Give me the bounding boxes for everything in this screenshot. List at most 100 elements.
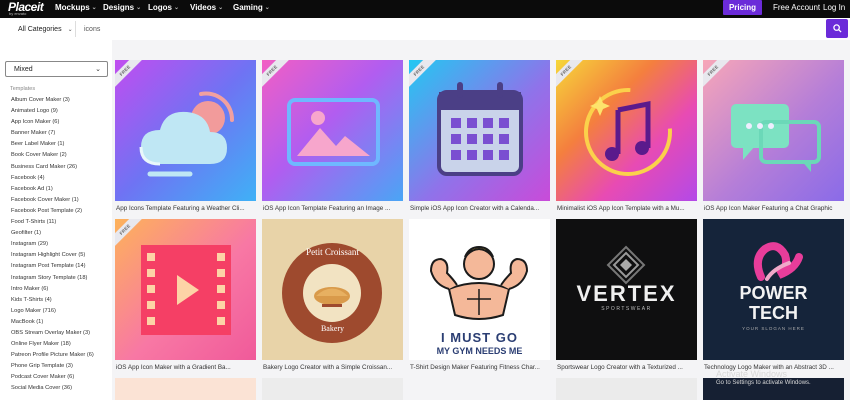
result-card[interactable] xyxy=(115,378,256,400)
music-note-icon xyxy=(584,88,672,176)
card-caption[interactable]: Minimalist iOS App Icon Template with a … xyxy=(557,205,697,212)
brand-name: VERTEX xyxy=(576,281,677,306)
watermark-subtitle: Go to Settings to activate Windows. xyxy=(716,380,811,386)
free-account-link[interactable]: Free Account xyxy=(773,3,820,12)
croissant-logo xyxy=(282,243,382,343)
card-thumbnail[interactable]: POWER TECH YOUR SLOGAN HERE xyxy=(703,219,844,360)
card-thumbnail[interactable] xyxy=(262,378,403,400)
card-caption[interactable]: Simple iOS App Icon Creator with a Calen… xyxy=(410,205,550,212)
chevron-down-icon: ⌄ xyxy=(67,26,73,33)
category-select-value: All Categories xyxy=(18,25,62,33)
template-filter-item[interactable]: Instagram Post Template (14) xyxy=(11,261,111,272)
template-filter-item[interactable]: Phone Grip Template (3) xyxy=(11,361,111,372)
card-thumbnail[interactable]: FREE xyxy=(115,219,256,360)
template-filter-item[interactable]: Instagram Highlight Cover (5) xyxy=(11,250,111,261)
search-button[interactable] xyxy=(826,19,848,38)
template-filter-item[interactable]: Facebook Cover Maker (1) xyxy=(11,195,111,206)
logo-slogan: YOUR SLOGAN HERE xyxy=(742,326,805,331)
card-caption[interactable]: T-Shirt Design Maker Featuring Fitness C… xyxy=(410,364,550,371)
template-filter-item[interactable]: Intro Maker (6) xyxy=(11,284,111,295)
top-navigation: Placeit by envato Mockups ⌄ Designs ⌄ Logo… xyxy=(0,0,850,18)
calendar-icon xyxy=(437,82,523,176)
template-filter-item[interactable]: Logo Maker (716) xyxy=(11,306,111,317)
template-filter-item[interactable]: Instagram (29) xyxy=(11,239,111,250)
tshirt-line-2: MY GYM NEEDS ME xyxy=(436,346,523,356)
template-filter-item[interactable]: MacBook (1) xyxy=(11,317,111,328)
template-filter-item[interactable]: Beer Label Maker (1) xyxy=(11,139,111,150)
placeit-logo[interactable]: Placeit by envato xyxy=(8,1,44,16)
nav-label: Gaming xyxy=(233,3,263,12)
results-grid: FREE App Icons Template Featuring a Weat… xyxy=(112,40,850,400)
card-thumbnail[interactable]: FREE xyxy=(262,60,403,201)
image-gallery-icon xyxy=(287,98,380,166)
nav-label: Designs xyxy=(103,3,135,12)
nav-designs[interactable]: Designs ⌄ xyxy=(103,3,141,12)
result-card[interactable] xyxy=(262,378,403,400)
pricing-button[interactable]: Pricing xyxy=(723,0,762,15)
sort-select[interactable]: Mixed ⌄ xyxy=(5,61,108,77)
windows-activation-watermark: Activate Windows Go to Settings to activ… xyxy=(716,369,811,386)
logo-subtext: by envato xyxy=(9,11,27,16)
template-filter-item[interactable]: Facebook Ad (1) xyxy=(11,184,111,195)
card-thumbnail[interactable]: FREE xyxy=(409,60,550,201)
template-filter-item[interactable]: Facebook (4) xyxy=(11,173,111,184)
nav-mockups[interactable]: Mockups ⌄ xyxy=(55,3,97,12)
chevron-down-icon: ⌄ xyxy=(91,5,97,11)
template-filter-item[interactable]: Social Media Cover (36) xyxy=(11,383,111,394)
template-filter-item[interactable]: Facebook Post Template (2) xyxy=(11,206,111,217)
template-filter-item[interactable]: Instagram Story Template (18) xyxy=(11,273,111,284)
logo-line-2: TECH xyxy=(749,303,798,323)
card-caption[interactable]: iOS App Icon Template Featuring an Image… xyxy=(263,205,403,212)
login-link[interactable]: Log In xyxy=(823,3,845,12)
search-input[interactable]: icons xyxy=(78,21,824,37)
chat-bubble-icon xyxy=(731,104,821,172)
card-thumbnail[interactable]: VERTEX SPORTSWEAR xyxy=(556,219,697,360)
template-filter-item[interactable]: App Icon Maker (6) xyxy=(11,117,111,128)
templates-heading: Templates xyxy=(10,86,36,92)
template-filter-item[interactable]: Patreon Profile Picture Maker (6) xyxy=(11,350,111,361)
template-filter-item[interactable]: Book Cover Maker (2) xyxy=(11,150,111,161)
video-film-icon xyxy=(141,245,231,335)
sort-select-value: Mixed xyxy=(14,65,33,73)
chevron-down-icon: ⌄ xyxy=(136,5,142,11)
card-caption[interactable]: Sportswear Logo Creator with a Texturize… xyxy=(557,364,697,371)
template-filter-item[interactable]: Album Cover Maker (3) xyxy=(11,95,111,106)
result-card[interactable] xyxy=(556,378,697,400)
template-filter-item[interactable]: Online Flyer Maker (18) xyxy=(11,339,111,350)
card-thumbnail[interactable]: FREE xyxy=(115,60,256,201)
nav-videos[interactable]: Videos ⌄ xyxy=(190,3,223,12)
watermark-title: Activate Windows xyxy=(716,369,788,379)
chevron-down-icon: ⌄ xyxy=(174,5,180,11)
tshirt-line-1: I MUST GO xyxy=(441,330,518,345)
template-filter-item[interactable]: Food T-Shirts (11) xyxy=(11,217,111,228)
filter-sidebar: Mixed ⌄ Templates Album Cover Maker (3) A… xyxy=(0,40,112,400)
card-thumbnail[interactable] xyxy=(556,378,697,400)
card-caption[interactable]: iOS App Icon Maker with a Gradient Ba... xyxy=(116,364,256,371)
card-caption[interactable]: Bakery Logo Creator with a Simple Croiss… xyxy=(263,364,403,371)
nav-gaming[interactable]: Gaming ⌄ xyxy=(233,3,270,12)
card-thumbnail[interactable]: Petit Croissant Bakery xyxy=(262,219,403,360)
template-filter-item[interactable]: Business Card Maker (26) xyxy=(11,162,111,173)
nav-logos[interactable]: Logos ⌄ xyxy=(148,3,179,12)
templates-list: Album Cover Maker (3) Animated Logo (9) Ap… xyxy=(11,95,111,395)
template-filter-item[interactable]: Podcast Cover Maker (6) xyxy=(11,372,111,383)
card-thumbnail[interactable]: FREE xyxy=(703,60,844,201)
card-caption[interactable]: App Icons Template Featuring a Weather C… xyxy=(116,205,256,212)
logo-line-1: POWER xyxy=(739,283,808,303)
logo-top-text: Petit Croissant xyxy=(306,247,359,257)
category-select[interactable]: All Categories ⌄ xyxy=(10,21,76,37)
template-filter-item[interactable]: Animated Logo (9) xyxy=(11,106,111,117)
card-caption[interactable]: iOS App Icon Maker Featuring a Chat Grap… xyxy=(704,205,844,212)
chevron-down-icon: ⌄ xyxy=(218,5,224,11)
template-filter-item[interactable]: OBS Stream Overlay Maker (3) xyxy=(11,328,111,339)
card-thumbnail[interactable]: FREE xyxy=(556,60,697,201)
card-thumbnail[interactable]: I MUST GO MY GYM NEEDS ME xyxy=(409,219,550,360)
template-filter-item[interactable]: Kids T-Shirts (4) xyxy=(11,295,111,306)
chevron-down-icon: ⌄ xyxy=(264,5,270,11)
card-thumbnail[interactable] xyxy=(115,378,256,400)
search-icon xyxy=(832,24,842,33)
template-filter-item[interactable]: Banner Maker (7) xyxy=(11,128,111,139)
logo-bottom-text: Bakery xyxy=(320,324,345,333)
nav-label: Videos xyxy=(190,3,217,12)
template-filter-item[interactable]: Geofilter (1) xyxy=(11,228,111,239)
